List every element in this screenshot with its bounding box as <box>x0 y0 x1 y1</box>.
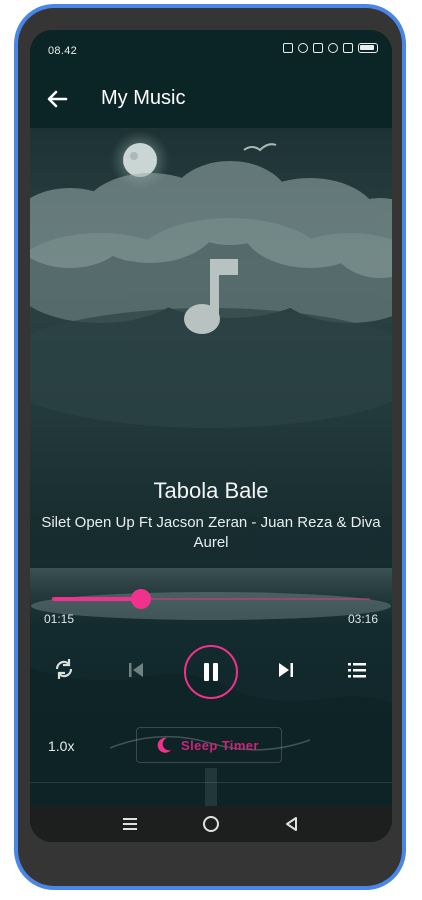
skip-previous-icon <box>129 663 143 677</box>
back-arrow-icon[interactable] <box>42 84 72 114</box>
nfc-icon <box>283 43 293 53</box>
vibrate-icon <box>313 43 323 53</box>
previous-button[interactable] <box>124 658 148 682</box>
recent-apps-icon[interactable] <box>119 813 141 835</box>
queue-list-icon <box>348 663 366 678</box>
repeat-icon <box>55 659 73 679</box>
back-triangle-icon[interactable] <box>281 813 303 835</box>
pause-icon <box>204 663 218 681</box>
status-bar: 08.42 <box>30 30 392 70</box>
elapsed-time: 01:15 <box>44 612 75 626</box>
total-duration: 03:16 <box>347 612 378 626</box>
song-artist: Silet Open Up Ft Jacson Zeran - Juan Rez… <box>41 514 381 551</box>
status-time: 08.42 <box>48 45 78 57</box>
wifi-icon <box>328 43 338 53</box>
screen: 08.42 My Music Tabola Bale Silet Open Up… <box>30 30 392 842</box>
pause-button[interactable] <box>184 645 238 699</box>
divider <box>30 782 392 783</box>
seek-bar[interactable] <box>52 589 370 609</box>
system-nav-bar <box>30 806 392 842</box>
seek-bar-thumb[interactable] <box>131 589 152 609</box>
playback-speed-button[interactable]: 1.0x <box>48 738 74 754</box>
song-title: Tabola Bale <box>153 478 269 503</box>
queue-button[interactable] <box>345 658 369 682</box>
page-title: My Music <box>101 87 186 109</box>
status-icons <box>283 43 378 53</box>
music-note-icon <box>180 255 242 337</box>
skip-next-icon <box>279 663 293 677</box>
signal-icon <box>343 43 353 53</box>
app-bar: My Music <box>30 70 392 128</box>
repeat-button[interactable] <box>50 655 78 683</box>
sleep-timer-button[interactable]: Sleep Timer <box>136 727 282 763</box>
moon-icon <box>157 737 171 753</box>
next-button[interactable] <box>274 658 298 682</box>
battery-icon <box>358 43 378 53</box>
mute-icon <box>298 43 308 53</box>
seek-bar-progress <box>52 597 142 601</box>
home-icon[interactable] <box>200 813 222 835</box>
sleep-timer-label: Sleep Timer <box>181 737 259 753</box>
